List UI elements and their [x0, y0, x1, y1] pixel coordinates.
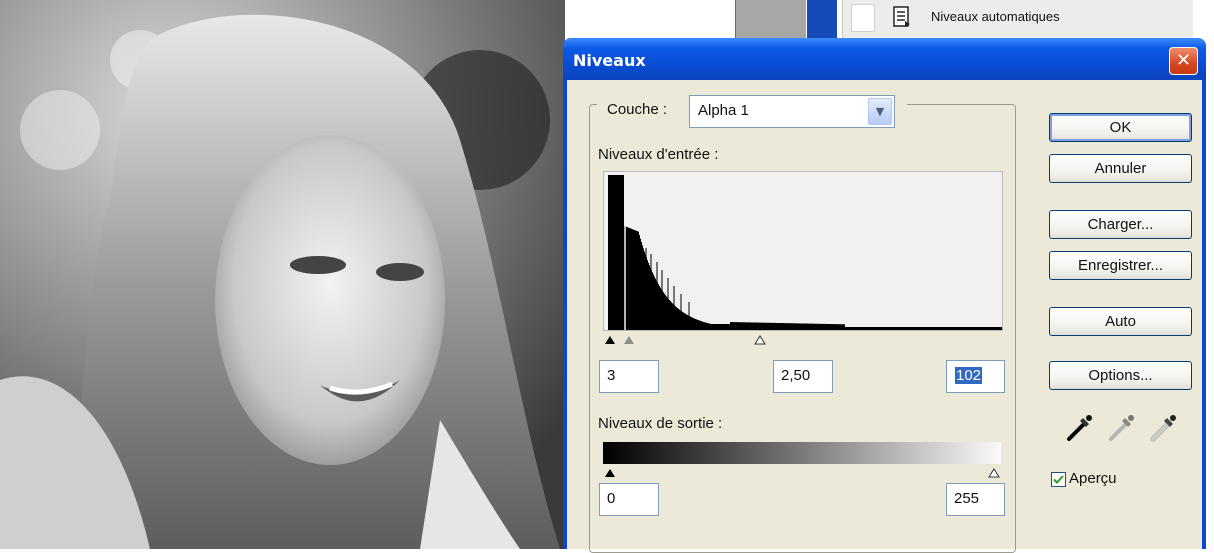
- channel-value: Alpha 1: [698, 102, 749, 119]
- output-gradient: [603, 442, 1001, 464]
- input-levels-label: Niveaux d'entrée :: [598, 146, 719, 163]
- levels-dialog: Niveaux ✕ Couche : Alpha 1 ▼ Niveaux d'e…: [563, 38, 1206, 553]
- close-button[interactable]: ✕: [1169, 47, 1198, 75]
- input-white-field[interactable]: 102: [946, 360, 1005, 393]
- document-icon: [893, 6, 910, 27]
- input-sliders[interactable]: [603, 332, 1003, 348]
- gray-eyedropper-icon[interactable]: [1105, 412, 1137, 444]
- preview-checkbox[interactable]: [1051, 472, 1066, 487]
- input-white-slider[interactable]: [754, 335, 766, 345]
- load-button[interactable]: Charger...: [1049, 210, 1192, 239]
- output-white-slider[interactable]: [988, 468, 1000, 478]
- dialog-body: Couche : Alpha 1 ▼ Niveaux d'entrée : 3 …: [567, 80, 1202, 553]
- action-toggle-box[interactable]: [851, 4, 875, 32]
- output-levels-label: Niveaux de sortie :: [598, 415, 723, 432]
- input-black-field[interactable]: 3: [599, 360, 659, 393]
- checkmark-icon: [1053, 475, 1064, 484]
- histogram: [603, 171, 1003, 331]
- panel-selection-bar: [807, 0, 837, 40]
- panel-divider: [735, 0, 806, 40]
- save-button[interactable]: Enregistrer...: [1049, 251, 1192, 280]
- histogram-graph: [604, 172, 1002, 330]
- input-gamma-field[interactable]: 2,50: [773, 360, 833, 393]
- close-icon: ✕: [1175, 50, 1192, 71]
- input-gamma-slider[interactable]: [624, 336, 634, 344]
- histogram-area: [604, 175, 1002, 330]
- output-sliders[interactable]: [603, 464, 1003, 480]
- cancel-button[interactable]: Annuler: [1049, 154, 1192, 183]
- dialog-titlebar[interactable]: Niveaux ✕: [563, 38, 1206, 80]
- output-black-field[interactable]: 0: [599, 483, 659, 516]
- preview-label: Aperçu: [1069, 470, 1117, 487]
- input-black-slider[interactable]: [605, 336, 615, 344]
- white-eyedropper-icon[interactable]: [1147, 412, 1179, 444]
- output-black-slider[interactable]: [605, 469, 615, 477]
- action-label: Niveaux automatiques: [931, 9, 1060, 24]
- output-white-field[interactable]: 255: [946, 483, 1005, 516]
- actions-panel-item[interactable]: Niveaux automatiques: [842, 0, 1193, 40]
- chevron-down-icon[interactable]: ▼: [868, 98, 892, 125]
- channel-select[interactable]: Alpha 1 ▼: [689, 95, 895, 128]
- portrait-image: [0, 0, 565, 549]
- options-button[interactable]: Options...: [1049, 361, 1192, 390]
- channel-label: Couche :: [607, 101, 668, 118]
- auto-button[interactable]: Auto: [1049, 307, 1192, 336]
- photo-canvas: [0, 0, 565, 549]
- dialog-title: Niveaux: [573, 51, 646, 70]
- black-eyedropper-icon[interactable]: [1063, 412, 1095, 444]
- ok-button[interactable]: OK: [1049, 113, 1192, 142]
